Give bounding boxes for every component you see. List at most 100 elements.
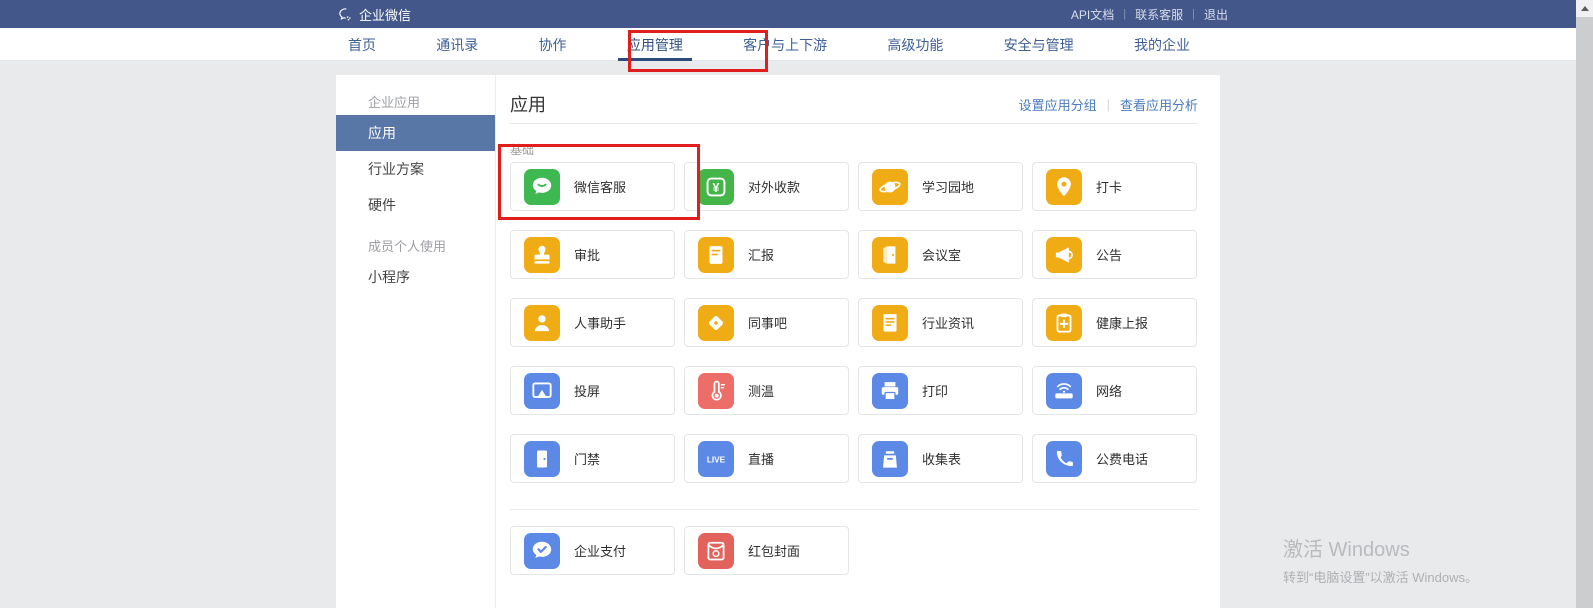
printer-icon	[872, 373, 908, 409]
app-card[interactable]: 微信客服	[510, 162, 675, 211]
sidebar-section: 成员个人使用小程序	[336, 235, 495, 295]
app-grid-footer: 企业支付红包封面	[510, 526, 1198, 575]
app-card[interactable]: 企业支付	[510, 526, 675, 575]
app-label: 公费电话	[1096, 449, 1148, 468]
nav-tab[interactable]: 通讯录	[436, 28, 478, 61]
app-card[interactable]: 打卡	[1032, 162, 1197, 211]
app-card[interactable]: 测温	[684, 366, 849, 415]
app-card[interactable]: 红包封面	[684, 526, 849, 575]
vertical-scrollbar[interactable]	[1576, 0, 1593, 608]
chevron-up-icon	[1581, 6, 1589, 11]
nav-tab[interactable]: 客户与上下游	[743, 28, 827, 61]
nav-tabs: 首页 通讯录 协作 应用管理 客户与上下游 高级功能 安全与管理 我的企业	[348, 28, 1190, 61]
app-label: 健康上报	[1096, 313, 1148, 332]
svg-text:LIVE: LIVE	[707, 455, 726, 464]
scrollbar-up-button[interactable]	[1576, 0, 1593, 17]
sidebar-item[interactable]: 硬件	[336, 187, 495, 223]
app-label: 直播	[748, 449, 774, 468]
app-label: 行业资讯	[922, 313, 974, 332]
cast-screen-icon	[524, 373, 560, 409]
section-divider	[510, 509, 1198, 510]
nav-tab[interactable]: 我的企业	[1134, 28, 1190, 61]
app-grid-basic: 微信客服 ¥ 对外收款 学习园地 打卡审批 汇报 会议室 公告人事助手 同事吧 行业资讯 健康上报投…	[510, 162, 1198, 483]
app-card[interactable]: LIVE 直播	[684, 434, 849, 483]
app-label: 网络	[1096, 381, 1122, 400]
app-label: 汇报	[748, 245, 774, 264]
app-label: 对外收款	[748, 177, 800, 196]
nav-tab[interactable]: 安全与管理	[1004, 28, 1074, 61]
app-card[interactable]: 同事吧	[684, 298, 849, 347]
scrollbar-thumb[interactable]	[1576, 17, 1593, 608]
app-card[interactable]: 学习园地	[858, 162, 1023, 211]
main-header: 应用 设置应用分组 | 查看应用分析	[510, 75, 1198, 124]
stamp-icon	[524, 237, 560, 273]
windows-activation-watermark: 激活 Windows 转到“电脑设置”以激活 Windows。	[1283, 533, 1478, 586]
pay-check-icon	[524, 533, 560, 569]
watermark-line1: 激活 Windows	[1283, 533, 1478, 562]
door-icon	[524, 441, 560, 477]
app-card[interactable]: 门禁	[510, 434, 675, 483]
sidebar-section: 企业应用应用行业方案硬件	[336, 91, 495, 223]
door-open-icon	[872, 237, 908, 273]
navbar: 首页 通讯录 协作 应用管理 客户与上下游 高级功能 安全与管理 我的企业	[0, 28, 1593, 61]
app-label: 人事助手	[574, 313, 626, 332]
app-label: 门禁	[574, 449, 600, 468]
nav-tab[interactable]: 应用管理	[627, 28, 683, 61]
app-card[interactable]: 审批	[510, 230, 675, 279]
topbar-links: API文档 | 联系客服 | 退出	[1071, 0, 1228, 28]
app-card[interactable]: 会议室	[858, 230, 1023, 279]
router-wifi-icon	[1046, 373, 1082, 409]
app-label: 打印	[922, 381, 948, 400]
collect-box-icon	[872, 441, 908, 477]
app-card[interactable]: 公告	[1032, 230, 1197, 279]
sidebar-item[interactable]: 小程序	[336, 259, 495, 295]
svg-text:¥: ¥	[713, 180, 720, 194]
nav-tab[interactable]: 首页	[348, 28, 376, 61]
page-title: 应用	[510, 91, 546, 117]
app-label: 学习园地	[922, 177, 974, 196]
main-area: 应用 设置应用分组 | 查看应用分析 基础 微信客服¥对外收款学习园地打卡审批汇…	[496, 75, 1220, 608]
news-doc-icon	[872, 305, 908, 341]
megaphone-icon	[1046, 237, 1082, 273]
sidebar-item[interactable]: 应用	[336, 115, 495, 151]
logout-link[interactable]: 退出	[1204, 6, 1228, 23]
contact-support-link[interactable]: 联系客服	[1135, 6, 1183, 23]
app-card[interactable]: 人事助手	[510, 298, 675, 347]
app-card[interactable]: 汇报	[684, 230, 849, 279]
logo-link[interactable]: 企业微信	[337, 0, 411, 28]
thermometer-icon	[698, 373, 734, 409]
app-label: 会议室	[922, 245, 961, 264]
sidebar-group-header: 企业应用	[336, 91, 495, 115]
red-envelope-icon	[698, 533, 734, 569]
live-text-icon: LIVE	[698, 441, 734, 477]
main-actions: 设置应用分组 | 查看应用分析	[1019, 95, 1198, 114]
separator: |	[1107, 97, 1110, 112]
app-card[interactable]: 公费电话	[1032, 434, 1197, 483]
app-card[interactable]: 投屏	[510, 366, 675, 415]
planet-icon	[872, 169, 908, 205]
app-card[interactable]: 健康上报	[1032, 298, 1197, 347]
diamond-icon	[698, 305, 734, 341]
separator: |	[1192, 8, 1195, 20]
set-app-group-link[interactable]: 设置应用分组	[1019, 95, 1097, 114]
app-label: 投屏	[574, 381, 600, 400]
app-card[interactable]: 网络	[1032, 366, 1197, 415]
app-label: 公告	[1096, 245, 1122, 264]
app-card[interactable]: 收集表	[858, 434, 1023, 483]
nav-tab[interactable]: 协作	[539, 28, 567, 61]
sidebar-item[interactable]: 行业方案	[336, 151, 495, 187]
app-label: 审批	[574, 245, 600, 264]
api-docs-link[interactable]: API文档	[1071, 6, 1114, 23]
sidebar-group-header: 成员个人使用	[336, 235, 495, 259]
app-label: 收集表	[922, 449, 961, 468]
chat-bubble-icon	[524, 169, 560, 205]
app-card[interactable]: ¥ 对外收款	[684, 162, 849, 211]
view-app-analytics-link[interactable]: 查看应用分析	[1120, 95, 1198, 114]
nav-tab[interactable]: 高级功能	[887, 28, 943, 61]
app-card[interactable]: 打印	[858, 366, 1023, 415]
yen-badge-icon: ¥	[698, 169, 734, 205]
person-icon	[524, 305, 560, 341]
app-card[interactable]: 行业资讯	[858, 298, 1023, 347]
app-label: 测温	[748, 381, 774, 400]
separator: |	[1123, 8, 1126, 20]
